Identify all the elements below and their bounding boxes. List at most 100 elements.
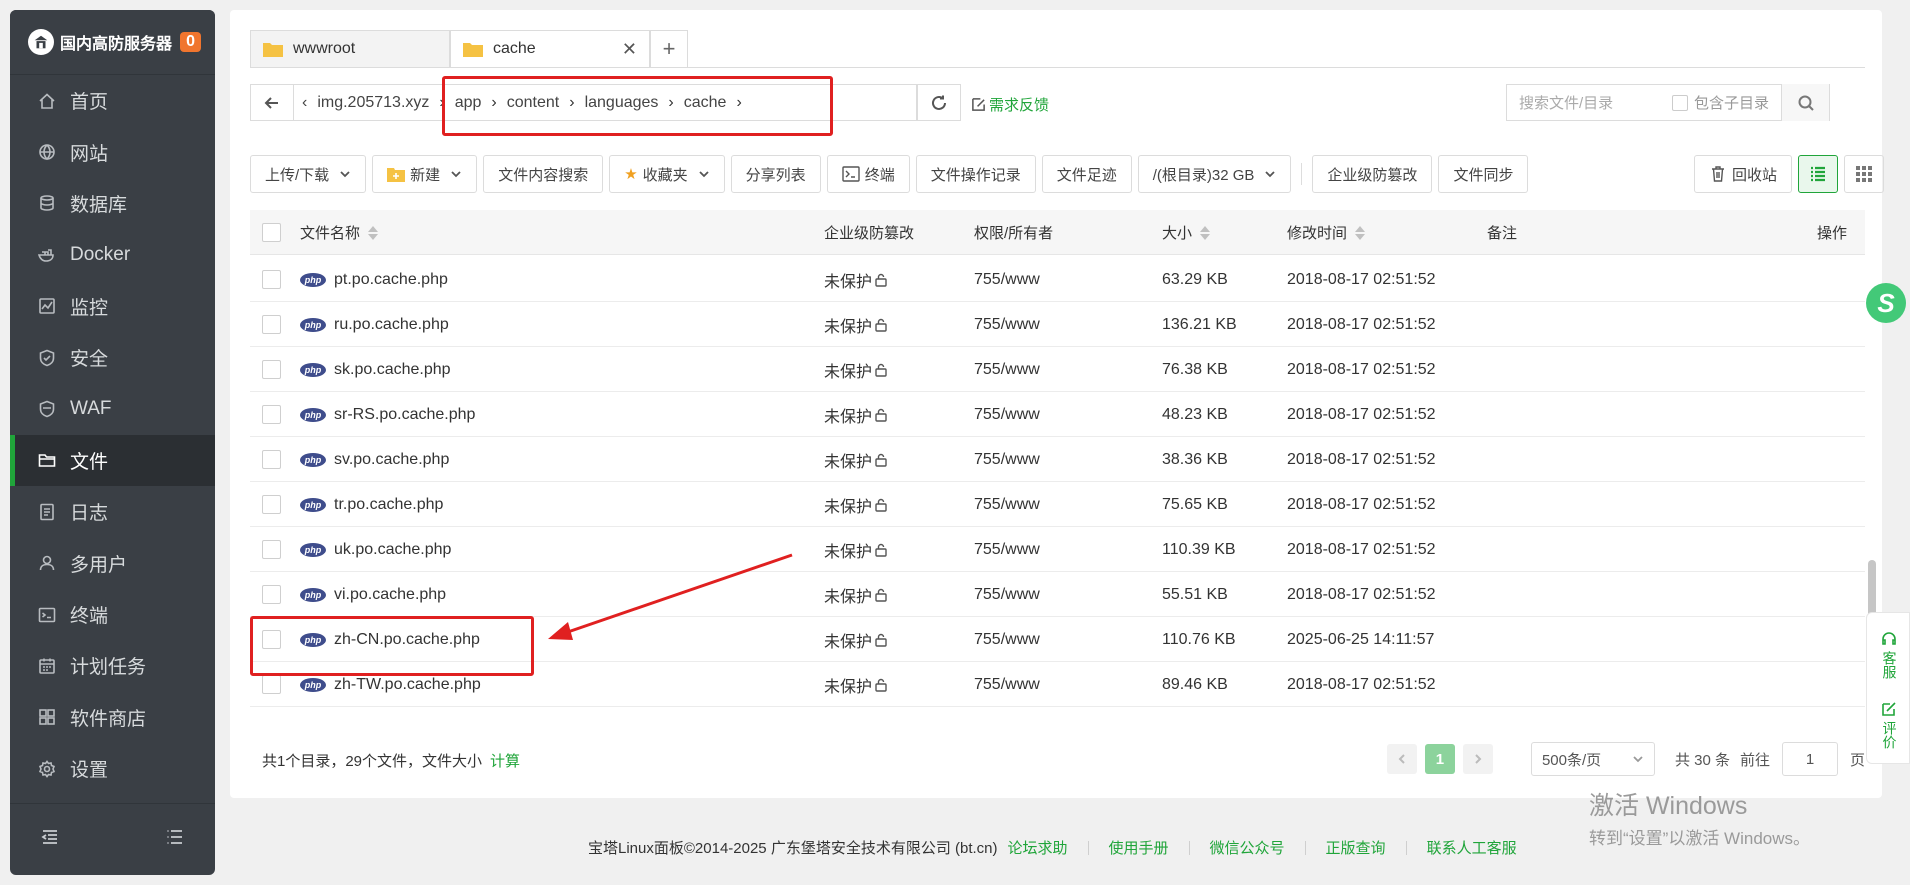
tamper-status-cell[interactable]: 未保护 [824,302,888,347]
calculate-size-link[interactable]: 计算 [490,753,520,770]
grid-view-button[interactable] [1844,155,1885,193]
row-checkbox[interactable] [262,675,281,694]
sidebar-item-monitor[interactable]: 监控 [10,281,215,332]
sidebar-item-cron[interactable]: 计划任务 [10,640,215,691]
footprint-button[interactable]: 文件足迹 [1041,155,1132,193]
tamper-protection-button[interactable]: 企业级防篡改 [1312,155,1433,193]
assistant-float-icon[interactable]: S [1866,283,1906,323]
tab-cache[interactable]: cache ✕ [450,30,650,67]
next-page-button[interactable] [1462,744,1493,774]
share-list-button[interactable]: 分享列表 [730,155,821,193]
table-row[interactable]: php pt.po.cache.php 未保护 755/www 63.29 KB 2018… [250,257,1865,302]
review-button[interactable]: 评价 [1867,701,1910,749]
terminal-button[interactable]: 终端 [826,155,910,193]
permission-cell[interactable]: 755/www [974,572,1040,617]
header-mtime[interactable]: 修改时间 [1287,210,1366,255]
notification-badge[interactable]: 0 [180,32,201,52]
sidebar-item-waf[interactable]: WAF [10,383,215,434]
permission-cell[interactable]: 755/www [974,482,1040,527]
content-search-button[interactable]: 文件内容搜索 [483,155,604,193]
sidebar-item-security[interactable]: 安全 [10,332,215,383]
add-tab-button[interactable]: + [650,30,688,67]
header-size[interactable]: 大小 [1162,210,1211,255]
sort-icon[interactable] [1200,225,1211,240]
tamper-status-cell[interactable]: 未保护 [824,617,888,662]
checkbox[interactable] [1671,94,1688,111]
prev-page-button[interactable] [1386,744,1417,774]
feedback-link[interactable]: 需求反馈 [971,94,1049,115]
tamper-status-cell[interactable]: 未保护 [824,437,888,482]
sort-icon[interactable] [1355,225,1366,240]
chevron-left-icon[interactable]: ‹ [302,94,307,112]
collapse-sidebar-icon[interactable] [40,827,60,852]
contact-support-link[interactable]: 联系人工客服 [1427,837,1517,858]
row-checkbox[interactable] [262,315,281,334]
favorites-button[interactable]: ★ 收藏夹 [609,155,725,193]
upload-download-button[interactable]: 上传/下载 [250,155,367,193]
close-icon[interactable]: ✕ [622,39,637,60]
sidebar-item-home[interactable]: 首页 [10,75,215,126]
table-row[interactable]: php ru.po.cache.php 未保护 755/www 136.21 KB 201… [250,302,1865,347]
permission-cell[interactable]: 755/www [974,302,1040,347]
permission-cell[interactable]: 755/www [974,437,1040,482]
row-checkbox[interactable] [262,540,281,559]
table-row[interactable]: php vi.po.cache.php 未保护 755/www 55.51 KB 2018… [250,572,1865,617]
sidebar-item-settings[interactable]: 设置 [10,743,215,794]
select-all-checkbox[interactable] [262,223,281,242]
sidebar-item-multiuser[interactable]: 多用户 [10,538,215,589]
operation-log-button[interactable]: 文件操作记录 [915,155,1036,193]
tamper-status-cell[interactable]: 未保护 [824,572,888,617]
permission-cell[interactable]: 755/www [974,257,1040,302]
sort-icon[interactable] [368,225,379,240]
sidebar-item-appstore[interactable]: 软件商店 [10,692,215,743]
file-name-cell[interactable]: php tr.po.cache.php [300,482,443,527]
sidebar-item-terminal[interactable]: 终端 [10,589,215,640]
tamper-status-cell[interactable]: 未保护 [824,482,888,527]
permission-cell[interactable]: 755/www [974,392,1040,437]
search-input[interactable]: 搜索文件/目录 [1507,92,1672,113]
sidebar-item-files[interactable]: 文件 [10,434,215,487]
permission-cell[interactable]: 755/www [974,347,1040,392]
row-checkbox[interactable] [262,450,281,469]
page-size-select[interactable]: 500条/页 [1530,742,1655,776]
tamper-status-cell[interactable]: 未保护 [824,527,888,572]
sidebar-item-docker[interactable]: Docker [10,229,215,280]
file-name-cell[interactable]: php sk.po.cache.php [300,347,451,392]
row-checkbox[interactable] [262,270,281,289]
manual-link[interactable]: 使用手册 [1109,837,1169,858]
table-row[interactable]: php sr-RS.po.cache.php 未保护 755/www 48.23 KB 2… [250,392,1865,437]
header-name[interactable]: 文件名称 [300,210,379,255]
goto-page-input[interactable]: 1 [1781,742,1838,776]
tab-wwwroot[interactable]: wwwroot [250,30,450,67]
subdir-checkbox[interactable]: 包含子目录 [1671,92,1781,113]
sidebar-item-database[interactable]: 数据库 [10,178,215,229]
table-row[interactable]: php uk.po.cache.php 未保护 755/www 110.39 KB 201… [250,527,1865,572]
file-sync-button[interactable]: 文件同步 [1438,155,1529,193]
back-button[interactable] [250,84,294,121]
table-row[interactable]: php tr.po.cache.php 未保护 755/www 75.65 KB 2018… [250,482,1865,527]
file-name-cell[interactable]: php sr-RS.po.cache.php [300,392,475,437]
sidebar-item-logs[interactable]: 日志 [10,486,215,537]
license-query-link[interactable]: 正版查询 [1326,837,1386,858]
row-checkbox[interactable] [262,360,281,379]
tamper-status-cell[interactable]: 未保护 [824,347,888,392]
forum-link[interactable]: 论坛求助 [1008,837,1068,858]
file-name[interactable]: sk.po.cache.php [334,361,451,379]
page-number[interactable]: 1 [1424,744,1455,774]
refresh-button[interactable] [917,84,961,121]
permission-cell[interactable]: 755/www [974,527,1040,572]
sidebar-item-website[interactable]: 网站 [10,126,215,177]
customer-service-button[interactable]: 客服 [1867,631,1910,679]
table-row[interactable]: php sv.po.cache.php 未保护 755/www 38.36 KB 2018… [250,437,1865,482]
permission-cell[interactable]: 755/www [974,662,1040,707]
recycle-bin-button[interactable]: 回收站 [1694,155,1793,193]
file-name-cell[interactable]: php sv.po.cache.php [300,437,449,482]
table-row[interactable]: php sk.po.cache.php 未保护 755/www 76.38 KB 2018… [250,347,1865,392]
disk-select[interactable]: /(根目录)32 GB [1137,155,1292,193]
tamper-status-cell[interactable]: 未保护 [824,257,888,302]
wechat-link[interactable]: 微信公众号 [1210,837,1285,858]
file-name[interactable]: sv.po.cache.php [334,451,449,469]
file-name[interactable]: zh-TW.po.cache.php [334,676,481,694]
tamper-status-cell[interactable]: 未保护 [824,392,888,437]
row-checkbox[interactable] [262,495,281,514]
